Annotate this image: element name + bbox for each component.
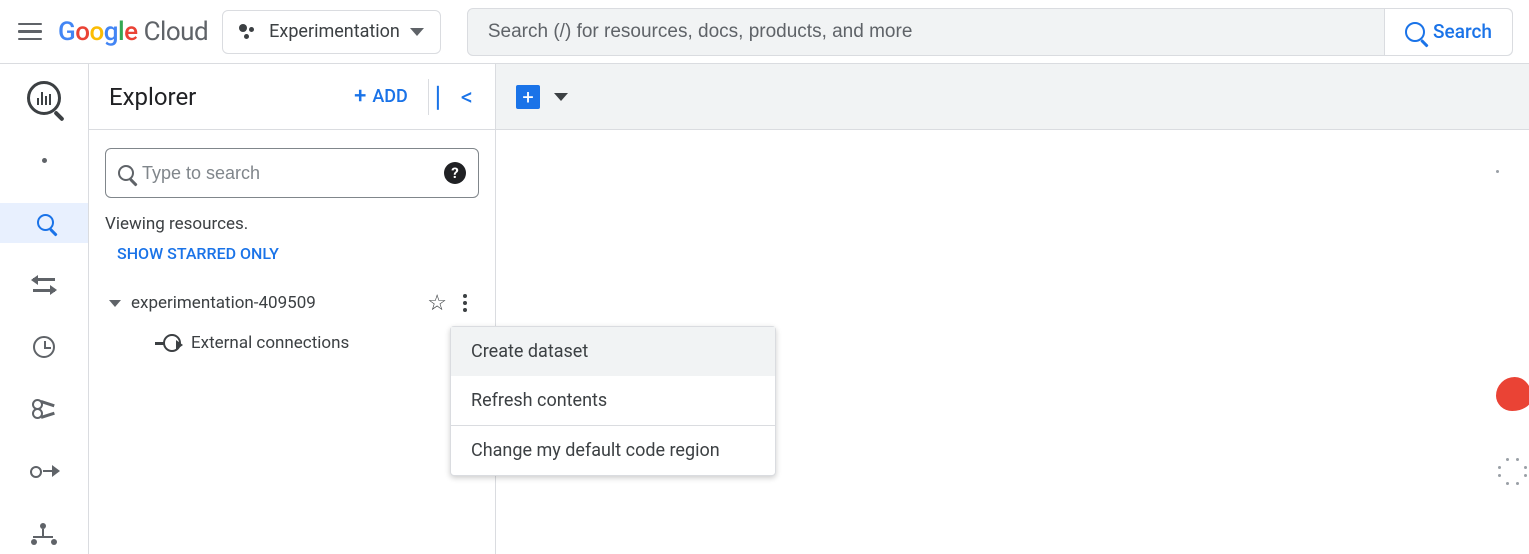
- rail-pipeline-icon[interactable]: [0, 452, 88, 492]
- brand-logo[interactable]: Google Cloud: [58, 17, 208, 47]
- tab-menu-icon[interactable]: [554, 93, 568, 101]
- add-button[interactable]: + ADD: [344, 78, 418, 115]
- show-starred-link[interactable]: SHOW STARRED ONLY: [105, 244, 479, 263]
- project-picker[interactable]: Experimentation: [222, 10, 441, 54]
- collapse-explorer-button[interactable]: ⎸<: [428, 79, 481, 115]
- new-tab-button[interactable]: +: [516, 85, 540, 109]
- chevron-down-icon: [410, 28, 424, 36]
- rail-dot-icon[interactable]: [0, 140, 88, 180]
- rail-scissors-icon[interactable]: [0, 389, 88, 429]
- tree-external-row[interactable]: External connections: [105, 323, 479, 363]
- project-icon: [239, 22, 259, 42]
- explorer-body: ? Viewing resources. SHOW STARRED ONLY e…: [89, 130, 495, 363]
- decor-red-blob: [1496, 377, 1529, 411]
- explorer-panel: Explorer + ADD ⎸< ? Viewing resources. S…: [88, 64, 496, 554]
- menu-change-region[interactable]: Change my default code region: [451, 426, 775, 475]
- rail-transfer-icon[interactable]: [0, 265, 88, 305]
- expand-icon: [109, 300, 121, 307]
- add-button-label: ADD: [372, 86, 407, 107]
- menu-refresh-contents[interactable]: Refresh contents: [451, 376, 775, 425]
- menu-icon[interactable]: [16, 18, 44, 46]
- search-icon: [1405, 22, 1425, 42]
- explorer-search-input[interactable]: [142, 163, 436, 184]
- help-icon[interactable]: ?: [444, 162, 466, 184]
- project-context-menu: Create dataset Refresh contents Change m…: [450, 326, 776, 476]
- brand-cloud-text: Cloud: [144, 17, 209, 47]
- kebab-icon[interactable]: [457, 294, 473, 312]
- rail-schedule-icon[interactable]: [0, 327, 88, 367]
- viewing-text: Viewing resources.: [105, 214, 479, 234]
- search-button-label: Search: [1433, 20, 1492, 43]
- global-search-button[interactable]: Search: [1384, 9, 1512, 55]
- menu-create-dataset[interactable]: Create dataset: [451, 327, 775, 376]
- search-icon: [118, 165, 134, 181]
- global-search: Search: [467, 8, 1513, 56]
- resource-tree: experimentation-409509 ☆ External connec…: [105, 283, 479, 363]
- top-bar: Google Cloud Experimentation Search: [0, 0, 1529, 64]
- decor-hexagon: [1498, 458, 1526, 484]
- nav-rail: [0, 64, 88, 554]
- external-label: External connections: [191, 333, 349, 353]
- tree-project-row[interactable]: experimentation-409509 ☆: [105, 283, 479, 323]
- collapse-left-icon: ⎸<: [437, 83, 473, 111]
- rail-bigquery-icon[interactable]: [0, 78, 88, 118]
- plus-icon: +: [354, 84, 366, 109]
- global-search-input[interactable]: [468, 21, 1384, 43]
- project-name: Experimentation: [269, 21, 400, 42]
- star-icon[interactable]: ☆: [427, 291, 447, 316]
- rail-flow-icon[interactable]: [0, 514, 88, 554]
- external-connections-icon: [163, 334, 181, 352]
- explorer-title: Explorer: [109, 83, 196, 111]
- work-area: +: [496, 64, 1529, 554]
- body: Explorer + ADD ⎸< ? Viewing resources. S…: [0, 64, 1529, 554]
- decor-dot: [1496, 170, 1499, 173]
- tab-strip: +: [496, 64, 1529, 130]
- explorer-header: Explorer + ADD ⎸<: [89, 64, 495, 130]
- project-label: experimentation-409509: [131, 293, 316, 313]
- explorer-search: ?: [105, 148, 479, 198]
- rail-search-icon[interactable]: [0, 203, 88, 243]
